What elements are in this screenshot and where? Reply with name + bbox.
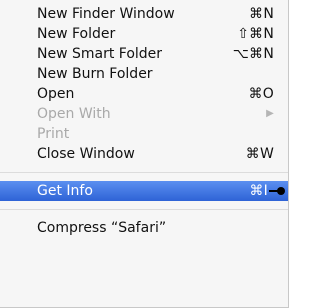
submenu-arrow-icon: ▶ (266, 108, 274, 119)
menu-item-open[interactable]: Open ⌘O (0, 84, 288, 104)
menu-item-label: Open With (37, 106, 111, 122)
menu-item-open-with: Open With ▶ (0, 104, 288, 124)
menu-item-label: Open (37, 86, 75, 102)
menu-separator (0, 209, 288, 210)
menu-item-new-folder[interactable]: New Folder ⇧⌘N (0, 24, 288, 44)
menu-item-shortcut: ⌘W (245, 146, 274, 162)
menu-item-shortcut: ⌘I (249, 183, 268, 199)
menu-item-label: Print (37, 126, 70, 142)
menu-item-label: Close Window (37, 146, 135, 162)
menu-item-shortcut: ⌥⌘N (232, 46, 274, 62)
menu-item-new-burn-folder[interactable]: New Burn Folder (0, 64, 288, 84)
menu-item-label: New Burn Folder (37, 66, 153, 82)
menu-item-compress[interactable]: Compress “Safari” (0, 218, 288, 238)
menu-item-label: New Folder (37, 26, 116, 42)
finder-file-menu: New Finder Window ⌘N New Folder ⇧⌘N New … (0, 0, 289, 308)
menu-item-new-smart-folder[interactable]: New Smart Folder ⌥⌘N (0, 44, 288, 64)
menu-item-label: Compress “Safari” (37, 220, 167, 236)
menu-item-shortcut: ⇧⌘N (237, 26, 274, 42)
menu-item-print: Print (0, 124, 288, 144)
menu-item-label: New Finder Window (37, 6, 175, 22)
menu-separator (0, 172, 288, 173)
menu-item-new-finder-window[interactable]: New Finder Window ⌘N (0, 4, 288, 24)
menu-item-close-window[interactable]: Close Window ⌘W (0, 144, 288, 164)
menu-item-get-info[interactable]: Get Info ⌘I (0, 181, 288, 201)
menu-item-label: Get Info (37, 183, 93, 199)
menu-item-shortcut: ⌘O (248, 86, 274, 102)
menu-item-shortcut: ⌘N (249, 6, 274, 22)
pointer-dot-icon (277, 187, 285, 195)
menu-item-label: New Smart Folder (37, 46, 163, 62)
